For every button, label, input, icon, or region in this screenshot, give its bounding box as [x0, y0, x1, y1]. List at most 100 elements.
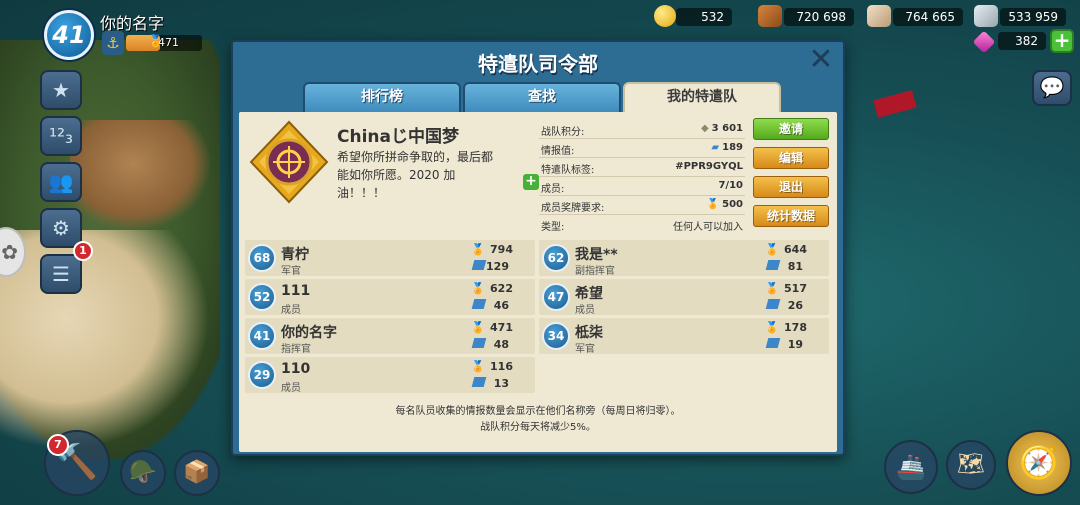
tab-leaderboard[interactable]: 排行榜	[303, 82, 461, 112]
member-role: 成员	[281, 383, 301, 394]
squad-name: Chinaじ中国梦	[337, 127, 459, 147]
squad-stats: 战队积分: ◆ 3 601 情报值: ▰ 189 特遣队标签: #PPR9GYQL …	[539, 120, 745, 234]
compass-button[interactable]: 🧭	[1006, 430, 1072, 496]
stat-label: 成员:	[541, 184, 565, 195]
leaf-icon: ✿	[1, 240, 18, 264]
stars-menu-button[interactable]: ★	[40, 70, 82, 110]
anchor-rank-icon[interactable]: ⚓	[102, 31, 124, 55]
stat-intel: 情报值: ▰ 189	[539, 139, 745, 158]
beach-terrain	[0, 230, 210, 450]
medal-icon: 🏅	[706, 199, 720, 210]
stat-label: 特遣队标签:	[541, 165, 595, 176]
wood-icon	[758, 5, 782, 27]
member-intel: 46	[493, 299, 509, 312]
stone-icon	[867, 5, 891, 27]
medal-icon: 🏅	[471, 321, 485, 334]
member-victory-points: 178	[784, 321, 807, 334]
intel-icon	[471, 338, 487, 348]
statistics-button[interactable]: 统计数据	[753, 205, 829, 227]
member-name: 青柠	[281, 247, 309, 263]
member-victory-points: 116	[490, 360, 513, 373]
gear-icon: ⚙	[52, 216, 70, 240]
member-row[interactable]: 52 111 成员 🏅 622 46	[245, 279, 535, 316]
medal-icon: 🏅	[148, 34, 163, 48]
intel-icon	[471, 377, 487, 387]
member-name: 我是**	[575, 247, 618, 263]
treasure-button[interactable]: 📦	[174, 450, 220, 496]
tab-my-squad[interactable]: 我的特遣队	[623, 82, 781, 114]
footer-note-score: 战队积分每天将减少5%。	[480, 422, 596, 433]
member-level: 62	[542, 244, 570, 272]
newspaper-icon: ☰	[52, 262, 70, 286]
buy-diamonds-button[interactable]: +	[1050, 29, 1074, 53]
stat-label: 成员奖牌要求:	[541, 203, 605, 214]
leaderboard-button[interactable]: ¹²₃	[40, 116, 82, 156]
invite-button[interactable]: 邀请	[753, 118, 829, 140]
stat-value: #PPR9GYQL	[675, 161, 743, 172]
member-victory-points: 644	[784, 243, 807, 256]
iron-amount: 533 959	[1000, 8, 1066, 26]
stat-members: 成员: 7/10	[539, 177, 745, 196]
squad-description: 希望你所拼命争取的，最后都能如你所愿。2020 加油！！！	[337, 150, 494, 200]
stat-value: ◆ 3 601	[701, 123, 743, 134]
medal-icon: 🏅	[471, 282, 485, 295]
stat-value: 任何人可以加入	[673, 222, 743, 233]
member-victory-points: 471	[490, 321, 513, 334]
member-intel: 13	[493, 377, 509, 390]
member-level: 29	[248, 361, 276, 389]
member-row[interactable]: 47 希望 成员 🏅 517 26	[539, 279, 829, 316]
boat-button[interactable]: 🚢	[884, 440, 938, 494]
member-level: 47	[542, 283, 570, 311]
settings-button[interactable]: ⚙	[40, 208, 82, 248]
squad-button[interactable]: 👥	[40, 162, 82, 202]
gold-amount: 532	[676, 8, 732, 26]
leave-button[interactable]: 退出	[753, 176, 829, 198]
member-intel: 26	[787, 299, 803, 312]
member-victory-points: 517	[784, 282, 807, 295]
close-icon: ✕	[808, 42, 834, 77]
stat-squad-score: 战队积分: ◆ 3 601	[539, 120, 745, 139]
intel-icon	[765, 299, 781, 309]
stat-value-text: 3 601	[711, 123, 743, 134]
member-intel: 48	[493, 338, 509, 351]
tank-icon: 🪖	[129, 460, 157, 485]
dialog-title: 特遣队司令部	[478, 52, 598, 76]
edit-button[interactable]: 编辑	[753, 147, 829, 169]
intel-icon	[765, 260, 781, 270]
tab-search[interactable]: 查找	[463, 82, 621, 112]
intel-icon	[471, 260, 487, 270]
member-row[interactable]: 62 我是** 副指挥官 🏅 644 81	[539, 240, 829, 277]
diamond-amount: 382	[998, 32, 1046, 50]
troops-button[interactable]: 🪖	[120, 450, 166, 496]
member-row[interactable]: 29 110 成员 🏅 116 13	[245, 357, 535, 394]
footer-note-intel: 每名队员收集的情报数量会显示在他们名称旁（每周日将归零）。	[395, 406, 681, 417]
medal-icon: 🏅	[765, 243, 779, 256]
builder-count-badge: 7	[47, 434, 69, 456]
chat-button[interactable]: 💬	[1032, 70, 1072, 106]
stars-icon: ★	[52, 78, 70, 102]
medal-icon: 🏅	[471, 243, 485, 256]
player-level-badge[interactable]: 41	[44, 10, 94, 60]
add-member-button[interactable]: +	[523, 174, 539, 190]
compass-icon: 🧭	[1019, 443, 1059, 481]
ranking-icon: ¹²₃	[48, 124, 74, 148]
member-row[interactable]: 34 柢柒 军官 🏅 178 19	[539, 318, 829, 355]
squad-emblem-icon	[249, 120, 329, 204]
member-name: 111	[281, 283, 311, 299]
member-level: 52	[248, 283, 276, 311]
squad-hq-dialog: 特遣队司令部 ✕ 排行榜 查找 我的特遣队 Chinaじ中国梦 希望你所拼命争取…	[231, 40, 845, 456]
intel-icon	[765, 338, 781, 348]
close-button[interactable]: ✕	[807, 45, 835, 75]
member-intel: 129	[486, 260, 509, 273]
member-row[interactable]: 68 青柠 军官 🏅 794 129	[245, 240, 535, 277]
medal-icon: 🏅	[471, 360, 485, 373]
stat-value: 🏅 500	[707, 199, 743, 210]
stat-label: 类型:	[541, 222, 565, 233]
news-button[interactable]: ☰	[40, 254, 82, 294]
member-name: 柢柒	[575, 325, 603, 341]
stone-amount: 764 665	[893, 8, 963, 26]
stat-label: 情报值:	[541, 146, 575, 157]
member-row[interactable]: 41 你的名字 指挥官 🏅 471 48	[245, 318, 535, 355]
wood-amount: 720 698	[784, 8, 854, 26]
map-button[interactable]: 🗺	[946, 440, 996, 490]
